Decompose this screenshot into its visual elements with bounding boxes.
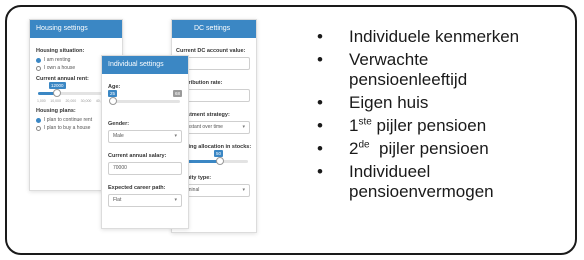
bullet-icon: • [317, 162, 323, 181]
chevron-down-icon: ▾ [242, 187, 245, 193]
age-value: 25 [108, 90, 118, 97]
list-item: • Individueel pensioenvermogen [317, 162, 494, 201]
age-max: 68 [172, 90, 182, 97]
list-item: • 2de pijler pensioen [317, 139, 489, 158]
bullet-icon: • [317, 50, 323, 69]
housing-settings-title: Housing settings [30, 20, 122, 38]
chevron-down-icon: ▾ [174, 133, 177, 139]
bullet-icon: • [317, 116, 323, 135]
slide-frame: Housing settings Housing situation: I am… [5, 5, 577, 255]
chevron-down-icon: ▾ [174, 197, 177, 203]
housing-situation-label: Housing situation: [36, 48, 85, 54]
list-item: • 1ste pijler pensioen [317, 116, 487, 135]
list-item: • Individuele kenmerken [317, 27, 520, 46]
career-select[interactable]: Flat ▾ [108, 194, 182, 207]
bullet-list: • Individuele kenmerken • Verwachte pensioe… [303, 27, 575, 205]
bullet-icon: • [317, 139, 323, 158]
slider-knob[interactable] [216, 157, 224, 165]
dc-account-label: Current DC account value: [176, 48, 246, 54]
age-label: Age: [108, 84, 121, 90]
slider-knob[interactable] [109, 97, 117, 105]
bullet-icon: • [317, 93, 323, 112]
slider-knob[interactable] [53, 89, 61, 97]
career-label: Expected career path: [108, 185, 166, 191]
salary-input[interactable]: 70000 [108, 162, 182, 175]
list-item: • Verwachte pensioenleeftijd [317, 50, 468, 89]
dc-settings-title: DC settings [172, 20, 256, 38]
gender-select[interactable]: Male ▾ [108, 130, 182, 143]
individual-settings-title: Individual settings [102, 56, 188, 74]
chevron-down-icon: ▾ [242, 124, 245, 130]
radio-dot-icon [36, 125, 41, 131]
list-item: • Eigen huis [317, 93, 429, 112]
radio-dot-icon [36, 57, 41, 63]
individual-settings-panel: Individual settings Age: 25 68 Gender: M… [101, 55, 189, 229]
salary-label: Current annual salary: [108, 153, 167, 159]
radio-dot-icon [36, 117, 41, 123]
radio-dot-icon [36, 65, 41, 71]
gender-label: Gender: [108, 121, 130, 127]
bullet-icon: • [317, 27, 323, 46]
allocation-value: 50 [214, 150, 224, 157]
age-slider[interactable]: 25 68 [108, 90, 182, 107]
rent-value: 12000 [49, 82, 66, 89]
